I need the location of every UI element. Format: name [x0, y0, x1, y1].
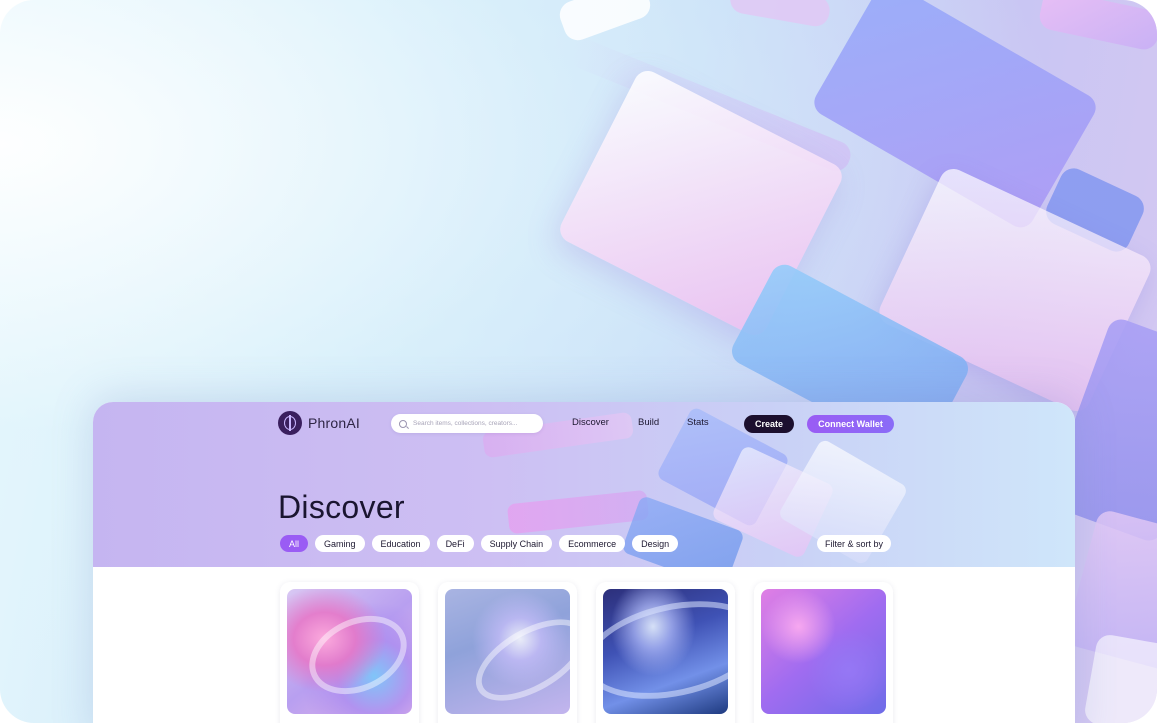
nav-discover[interactable]: Discover	[572, 417, 609, 428]
background-canvas: PhronAI Discover Build Stats Create Conn…	[0, 0, 1157, 723]
nav-build[interactable]: Build	[638, 417, 659, 428]
category-filter-bar: All Gaming Education DeFi Supply Chain E…	[280, 535, 679, 552]
decorative-shard	[728, 0, 832, 29]
brand-name: PhronAI	[308, 415, 360, 431]
decorative-shard	[1037, 0, 1157, 53]
connect-wallet-button[interactable]: Connect Wallet	[807, 415, 894, 433]
category-chip-supply-chain[interactable]: Supply Chain	[480, 535, 553, 552]
collection-artwork	[287, 589, 412, 714]
collection-card[interactable]	[438, 582, 577, 723]
collection-artwork	[445, 589, 570, 714]
search-input[interactable]	[413, 420, 533, 427]
category-chip-all[interactable]: All	[280, 535, 309, 552]
nav-stats[interactable]: Stats	[687, 417, 709, 428]
hero-header: PhronAI Discover Build Stats Create Conn…	[93, 402, 1075, 567]
create-button[interactable]: Create	[744, 415, 794, 433]
collection-card[interactable]	[596, 582, 735, 723]
search-bar[interactable]	[391, 414, 543, 433]
collection-card[interactable]	[280, 582, 419, 723]
decorative-shard	[555, 0, 655, 45]
search-icon	[399, 419, 407, 428]
filter-sort-button[interactable]: Filter & sort by	[817, 535, 892, 552]
decorative-shard	[506, 489, 650, 535]
category-chip-gaming[interactable]: Gaming	[315, 535, 365, 552]
app-window: PhronAI Discover Build Stats Create Conn…	[93, 402, 1075, 723]
page-title: Discover	[278, 489, 405, 526]
category-chip-defi[interactable]: DeFi	[436, 535, 474, 552]
category-chip-design[interactable]: Design	[632, 535, 679, 552]
collection-artwork	[761, 589, 886, 714]
category-chip-education[interactable]: Education	[371, 535, 430, 552]
phronai-logo-icon	[278, 411, 302, 435]
collection-artwork	[603, 589, 728, 714]
collection-card[interactable]	[754, 582, 893, 723]
category-chip-ecommerce[interactable]: Ecommerce	[559, 535, 626, 552]
brand-logo[interactable]: PhronAI	[278, 411, 360, 435]
collection-grid	[280, 582, 893, 723]
